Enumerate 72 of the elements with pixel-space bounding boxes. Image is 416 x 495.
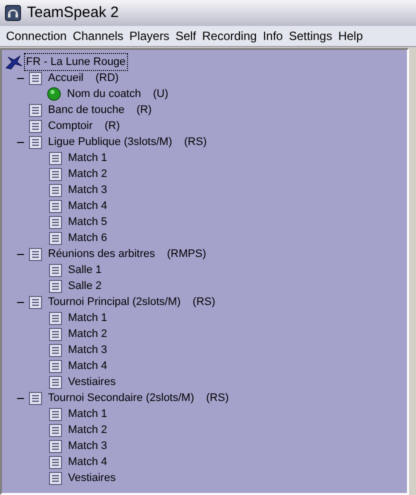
channel-icon bbox=[49, 360, 62, 372]
menu-item[interactable]: Self bbox=[172, 27, 200, 45]
channel-name[interactable]: Match 2 bbox=[68, 422, 108, 438]
channel-name[interactable]: Banc de touche bbox=[48, 102, 124, 118]
channel-icon bbox=[49, 232, 62, 244]
window-title: TeamSpeak 2 bbox=[27, 2, 119, 23]
channel-name[interactable]: Tournoi Secondaire (2slots/M) bbox=[48, 390, 194, 406]
channel-name[interactable]: Match 3 bbox=[68, 342, 108, 358]
channel-icon bbox=[49, 344, 62, 356]
player-name[interactable]: Nom du coatch bbox=[67, 86, 141, 102]
channel-name[interactable]: Vestiaires bbox=[68, 374, 116, 390]
channel-name[interactable]: Match 4 bbox=[68, 358, 108, 374]
channel-icon bbox=[49, 456, 62, 468]
channel-icon bbox=[49, 472, 62, 484]
channel-icon bbox=[49, 280, 62, 292]
menu-item[interactable]: Channels bbox=[70, 27, 126, 45]
channel-flags: (RD) bbox=[95, 70, 119, 86]
channel-icon bbox=[29, 72, 42, 84]
channel-flags: (R) bbox=[104, 118, 120, 134]
channel-icon bbox=[49, 376, 62, 388]
channel-name[interactable]: Match 1 bbox=[68, 150, 108, 166]
channel-icon bbox=[49, 408, 62, 420]
menu-item[interactable]: Players bbox=[126, 27, 172, 45]
channel-icon bbox=[49, 184, 62, 196]
channel-name[interactable]: Salle 1 bbox=[68, 262, 102, 278]
channel-icon bbox=[49, 200, 62, 212]
channel-icon bbox=[49, 168, 62, 180]
channel-name[interactable]: Match 6 bbox=[68, 230, 108, 246]
channel-name[interactable]: Match 4 bbox=[68, 198, 108, 214]
menu-item[interactable]: Help bbox=[335, 27, 366, 45]
channel-icon bbox=[49, 216, 62, 228]
channel-icon bbox=[49, 424, 62, 436]
channel-name[interactable]: Vestiaires bbox=[68, 470, 116, 486]
channel-name[interactable]: Accueil bbox=[48, 70, 84, 86]
channel-flags: (RS) bbox=[192, 294, 216, 310]
channel-name[interactable]: Comptoir bbox=[48, 118, 93, 134]
channel-name[interactable]: Match 1 bbox=[68, 406, 108, 422]
channel-icon bbox=[29, 296, 42, 308]
channel-name[interactable]: Match 2 bbox=[68, 166, 108, 182]
channel-flags: (RS) bbox=[206, 390, 229, 406]
channel-flags: (RS) bbox=[184, 134, 207, 150]
channel-flags: (R) bbox=[136, 102, 152, 118]
app-icon bbox=[5, 5, 21, 21]
channel-name[interactable]: Match 2 bbox=[68, 326, 108, 342]
channel-icon bbox=[49, 312, 62, 324]
channel-name[interactable]: Réunions des arbitres bbox=[48, 246, 156, 262]
menu-item[interactable]: Info bbox=[260, 27, 286, 45]
channel-icon bbox=[49, 328, 62, 340]
channel-name[interactable]: Match 4 bbox=[68, 454, 108, 470]
channel-icon bbox=[29, 120, 42, 132]
menu-item[interactable]: Recording bbox=[199, 27, 260, 45]
player-status-icon bbox=[47, 87, 61, 101]
channel-name[interactable]: Match 3 bbox=[68, 182, 108, 198]
channel-icon bbox=[29, 104, 42, 116]
channel-name[interactable]: Match 3 bbox=[68, 438, 108, 454]
channel-icon bbox=[49, 264, 62, 276]
channel-icon bbox=[49, 440, 62, 452]
channel-name[interactable]: Match 5 bbox=[68, 214, 108, 230]
channel-name[interactable]: Tournoi Principal (2slots/M) bbox=[48, 294, 181, 310]
server-name[interactable]: FR - La Lune Rouge bbox=[25, 54, 127, 70]
channel-icon bbox=[29, 392, 42, 404]
channel-icon bbox=[49, 152, 62, 164]
channel-name[interactable]: Match 1 bbox=[68, 310, 108, 326]
channel-flags: (U) bbox=[152, 86, 168, 102]
menu-item[interactable]: Settings bbox=[286, 27, 336, 45]
menu-item[interactable]: Connection bbox=[3, 27, 70, 45]
channel-name[interactable]: Ligue Publique (3slots/M) bbox=[48, 134, 172, 150]
channel-icon bbox=[29, 136, 42, 148]
channel-flags: (RMPS) bbox=[167, 246, 206, 262]
channel-name[interactable]: Salle 2 bbox=[68, 278, 102, 294]
channel-icon bbox=[29, 248, 42, 260]
server-icon bbox=[5, 54, 23, 70]
